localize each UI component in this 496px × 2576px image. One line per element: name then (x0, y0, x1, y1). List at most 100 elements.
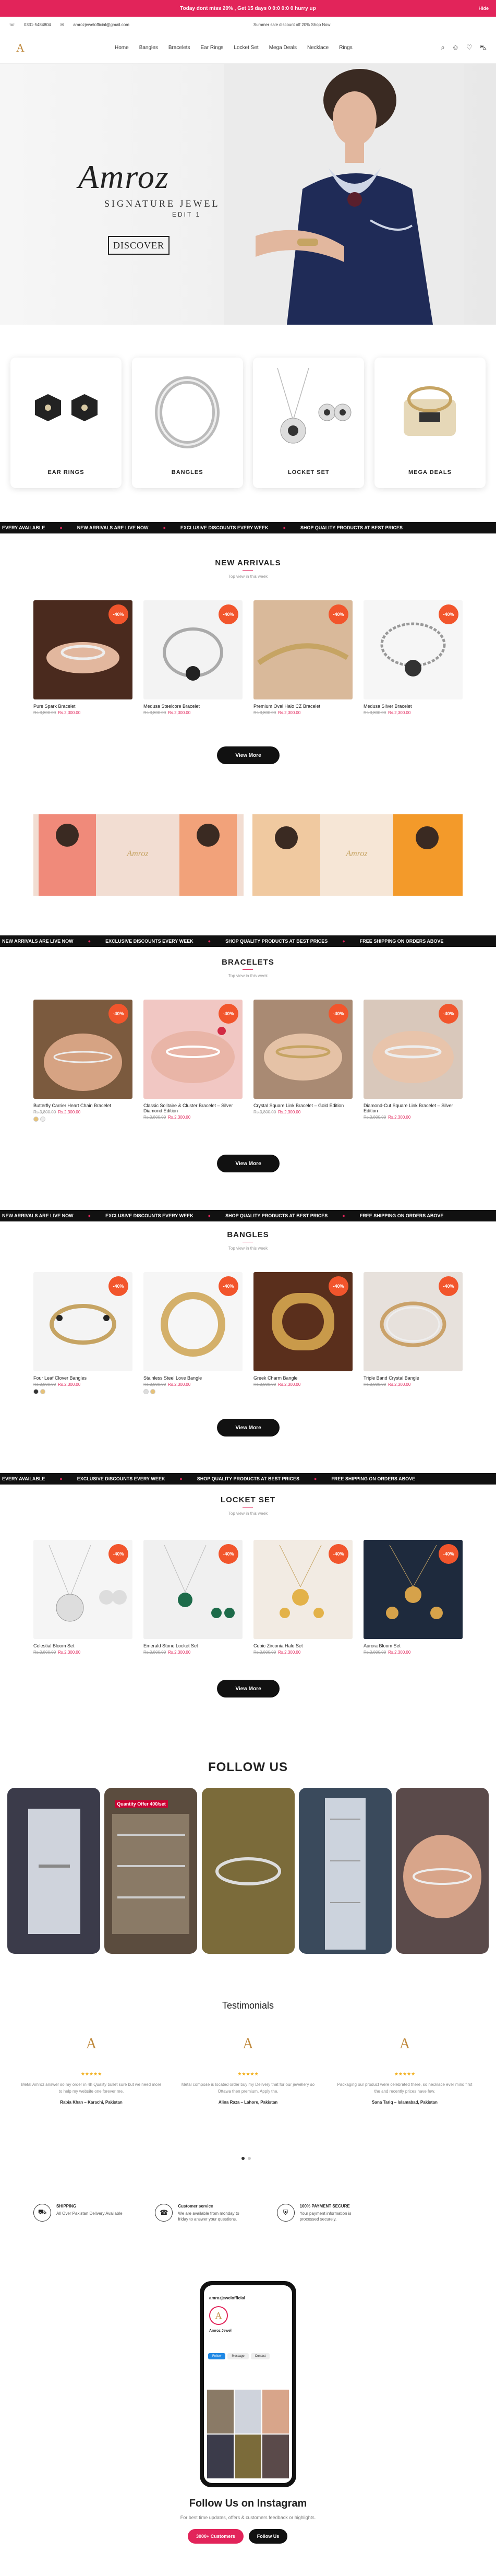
product-image[interactable]: -40% (33, 1272, 132, 1371)
product-name[interactable]: Butterfly Carrier Heart Chain Bracelet (33, 1103, 132, 1108)
nav-bangles[interactable]: Bangles (139, 45, 158, 51)
product-name[interactable]: Classic Solitaire & Cluster Bracelet – S… (143, 1103, 243, 1113)
swatch[interactable] (33, 1117, 39, 1122)
product-card[interactable]: -40% Stainless Steel Love Bangle Rs.3,80… (143, 1272, 243, 1394)
product-card[interactable]: -40% Triple Band Crystal Bangle Rs.3,800… (364, 1272, 463, 1394)
cart-icon[interactable]: ⛍ (480, 43, 487, 53)
nav-ear-rings[interactable]: Ear Rings (201, 45, 224, 51)
product-image[interactable]: -40% (364, 1272, 463, 1371)
product-card[interactable]: -40% Pure Spark Bracelet Rs.3,800.00 Rs.2… (33, 600, 132, 715)
carousel-dot[interactable] (248, 2157, 251, 2160)
hide-announcement-button[interactable]: Hide (478, 6, 489, 11)
product-image[interactable]: -40% (364, 1000, 463, 1099)
category-locket-set[interactable]: LOCKET SET (253, 358, 365, 488)
product-image[interactable]: -40% (143, 1540, 243, 1639)
product-name[interactable]: Four Leaf Clover Bangles (33, 1375, 132, 1381)
insta-thumb[interactable] (235, 2390, 261, 2433)
product-card[interactable]: -40% Premium Oval Halo CZ Bracelet Rs.3,… (253, 600, 353, 715)
insta-thumb[interactable] (262, 2390, 289, 2433)
product-card[interactable]: -40% Medusa Steelcore Bracelet Rs.3,800.… (143, 600, 243, 715)
product-name[interactable]: Greek Charm Bangle (253, 1375, 353, 1381)
product-image[interactable]: -40% (364, 600, 463, 699)
insta-thumb[interactable] (235, 2435, 261, 2478)
swatch[interactable] (40, 1117, 45, 1122)
promo-text[interactable]: Summer sale discount off 20% Shop Now (253, 22, 330, 27)
swatch[interactable] (150, 1389, 155, 1394)
instagram-post[interactable] (201, 1788, 295, 1954)
promo-banner[interactable]: Amroz (33, 814, 244, 896)
product-name[interactable]: Triple Band Crystal Bangle (364, 1375, 463, 1381)
discover-button[interactable]: DISCOVER (108, 236, 170, 255)
product-card[interactable]: -40% Four Leaf Clover Bangles Rs.3,800.0… (33, 1272, 132, 1394)
nav-rings[interactable]: Rings (339, 45, 353, 51)
product-name[interactable]: Stainless Steel Love Bangle (143, 1375, 243, 1381)
product-card[interactable]: -40% Cubic Zirconia Halo Set Rs.3,800.00… (253, 1540, 353, 1655)
product-image[interactable]: -40% (143, 1000, 243, 1099)
instagram-post[interactable]: Quantity Offer 400/set (104, 1788, 198, 1954)
nav-mega-deals[interactable]: Mega Deals (269, 45, 297, 51)
product-card[interactable]: -40% Emerald Stone Locket Set Rs.3,800.0… (143, 1540, 243, 1655)
swatch[interactable] (33, 1389, 39, 1394)
product-image[interactable]: -40% (33, 1000, 132, 1099)
view-more-button[interactable]: View More (217, 1155, 280, 1172)
product-card[interactable]: -40% Crystal Square Link Bracelet – Gold… (253, 1000, 353, 1122)
nav-home[interactable]: Home (115, 45, 129, 51)
product-card[interactable]: -40% Diamond-Cut Square Link Bracelet – … (364, 1000, 463, 1122)
product-card[interactable]: -40% Greek Charm Bangle Rs.3,800.00 Rs.2,… (253, 1272, 353, 1394)
product-card[interactable]: -40% Aurora Bloom Set Rs.3,800.00 Rs.2,30… (364, 1540, 463, 1655)
product-image[interactable]: -40% (364, 1540, 463, 1639)
category-ear-rings[interactable]: EAR RINGS (10, 358, 122, 488)
view-more-button[interactable]: View More (217, 1419, 280, 1437)
insta-contact-button[interactable]: Contact (250, 2353, 270, 2359)
product-name[interactable]: Aurora Bloom Set (364, 1643, 463, 1648)
product-image[interactable]: -40% (253, 1540, 353, 1639)
product-card[interactable]: -40% Medusa Silver Bracelet Rs.3,800.00 R… (364, 600, 463, 715)
product-name[interactable]: Medusa Silver Bracelet (364, 704, 463, 709)
product-name[interactable]: Pure Spark Bracelet (33, 704, 132, 709)
product-name[interactable]: Diamond-Cut Square Link Bracelet – Silve… (364, 1103, 463, 1113)
product-name[interactable]: Celestial Bloom Set (33, 1643, 132, 1648)
instagram-post[interactable] (396, 1788, 489, 1954)
follow-us-button[interactable]: Follow Us (248, 2529, 288, 2544)
product-card[interactable]: -40% Classic Solitaire & Cluster Bracele… (143, 1000, 243, 1122)
wishlist-icon[interactable]: ♡ (466, 43, 473, 53)
product-name[interactable]: Emerald Stone Locket Set (143, 1643, 243, 1648)
instagram-post[interactable] (7, 1788, 100, 1954)
view-more-button[interactable]: View More (217, 1680, 280, 1697)
instagram-post[interactable] (298, 1788, 392, 1954)
product-image[interactable]: -40% (33, 1540, 132, 1639)
product-card[interactable]: -40% Butterfly Carrier Heart Chain Brace… (33, 1000, 132, 1122)
swatch[interactable] (40, 1389, 45, 1394)
insta-thumb[interactable] (207, 2390, 234, 2433)
product-image[interactable]: -40% (143, 1272, 243, 1371)
category-bangles[interactable]: BANGLES (131, 358, 243, 488)
brand-logo[interactable]: A (9, 37, 31, 59)
carousel-dot[interactable] (241, 2157, 245, 2160)
insta-thumb[interactable] (262, 2435, 289, 2478)
contact-email[interactable]: amrozjewelofficial@gmail.com (73, 22, 129, 27)
product-image[interactable]: -40% (253, 1272, 353, 1371)
insta-message-button[interactable]: Message (227, 2353, 249, 2359)
product-image[interactable]: -40% (253, 600, 353, 699)
insta-follow-button[interactable]: Follow (208, 2353, 226, 2359)
contact-phone[interactable]: 0331-5484804 (24, 22, 51, 27)
product-image[interactable]: -40% (253, 1000, 353, 1099)
product-image[interactable]: -40% (143, 600, 243, 699)
product-card[interactable]: -40% Celestial Bloom Set Rs.3,800.00 Rs.2… (33, 1540, 132, 1655)
nav-bracelets[interactable]: Bracelets (168, 45, 190, 51)
product-name[interactable]: Medusa Steelcore Bracelet (143, 704, 243, 709)
nav-locket-set[interactable]: Locket Set (234, 45, 258, 51)
account-icon[interactable]: ☺ (452, 43, 459, 53)
customers-button[interactable]: 3000+ Customers (188, 2529, 244, 2544)
insta-thumb[interactable] (207, 2435, 234, 2478)
product-image[interactable]: -40% (33, 600, 132, 699)
search-icon[interactable]: ⌕ (441, 43, 444, 53)
promo-banner[interactable]: Amroz (252, 814, 463, 896)
product-name[interactable]: Cubic Zirconia Halo Set (253, 1643, 353, 1648)
view-more-button[interactable]: View More (217, 746, 280, 764)
category-mega-deals[interactable]: MEGA DEALS (374, 358, 486, 488)
swatch[interactable] (143, 1389, 149, 1394)
product-name[interactable]: Premium Oval Halo CZ Bracelet (253, 704, 353, 709)
product-name[interactable]: Crystal Square Link Bracelet – Gold Edit… (253, 1103, 353, 1108)
nav-necklace[interactable]: Necklace (307, 45, 329, 51)
